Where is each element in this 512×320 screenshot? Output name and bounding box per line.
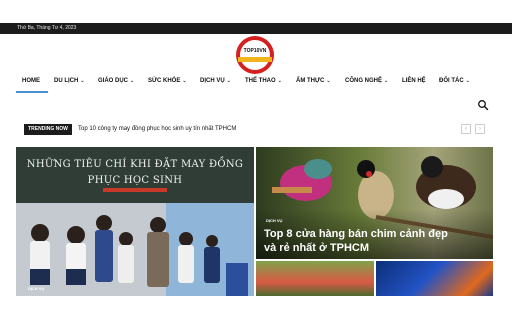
nav-label: DU LỊCH bbox=[54, 78, 79, 84]
chevron-down-icon: ⌄ bbox=[326, 78, 331, 84]
chevron-down-icon: ⌄ bbox=[384, 78, 389, 84]
chevron-down-icon: ⌄ bbox=[226, 78, 231, 84]
nav-label: ĐỐI TÁC bbox=[439, 78, 464, 84]
nav-item-the-thao[interactable]: THỂ THAO ⌄ bbox=[245, 78, 282, 84]
nav-item-home[interactable]: HOME bbox=[22, 78, 40, 84]
nav-label: DỊCH VỤ bbox=[200, 78, 225, 84]
site-logo[interactable]: TOP10VN bbox=[236, 36, 274, 74]
nav-item-cong-nghe[interactable]: CÔNG NGHỆ ⌄ bbox=[345, 78, 388, 84]
nav-label: ẨM THỰC bbox=[296, 78, 325, 84]
nav-item-suc-khoe[interactable]: SỨC KHỎE ⌄ bbox=[148, 78, 187, 84]
students-photo bbox=[16, 203, 254, 296]
nav-label: GIÁO DỤC bbox=[98, 78, 128, 84]
current-date: Thứ Ba, Tháng Tư 4, 2023 bbox=[17, 25, 77, 31]
top-bar: Thứ Ba, Tháng Tư 4, 2023 bbox=[0, 23, 512, 34]
trending-badge: TRENDING NOW bbox=[24, 124, 72, 135]
chevron-down-icon: ⌄ bbox=[182, 78, 187, 84]
main-nav: HOME DU LỊCH ⌄ GIÁO DỤC ⌄ SỨC KHỎE ⌄ DỊCH V… bbox=[0, 70, 512, 94]
chevron-down-icon: ⌄ bbox=[277, 78, 282, 84]
nav-item-dich-vu[interactable]: DỊCH VỤ ⌄ bbox=[200, 78, 231, 84]
featured-card-uniform[interactable]: NHỮNG TIÊU CHÍ KHI ĐẶT MAY ĐỒNG PHỤC HỌC… bbox=[16, 147, 254, 296]
nav-label: LIÊN HỆ bbox=[402, 78, 426, 84]
featured-card-aquarium[interactable] bbox=[376, 261, 493, 296]
nav-label: HOME bbox=[22, 78, 40, 84]
featured-card-playground[interactable] bbox=[256, 261, 374, 296]
nav-label: THỂ THAO bbox=[245, 78, 276, 84]
category-label[interactable]: DỊCH VỤ bbox=[266, 218, 282, 223]
banner-line-2: PHỤC HỌC SINH bbox=[87, 175, 183, 186]
chevron-down-icon: ⌄ bbox=[465, 78, 470, 84]
nav-active-indicator bbox=[16, 91, 48, 93]
article-title[interactable]: Top 8 cửa hàng bán chim cảnh đẹp và rẻ n… bbox=[264, 227, 454, 255]
logo-inner bbox=[240, 40, 270, 70]
trending-prev-button[interactable]: ‹ bbox=[461, 124, 471, 134]
chevron-down-icon: ⌄ bbox=[130, 78, 135, 84]
category-label[interactable]: DỊCH VỤ bbox=[28, 286, 44, 291]
featured-card-birds[interactable]: DỊCH VỤ Top 8 cửa hàng bán chim cảnh đẹp… bbox=[256, 147, 493, 259]
trending-headline[interactable]: Top 10 công ty may đồng phục học sinh uy… bbox=[78, 124, 378, 135]
chevron-down-icon: ⌄ bbox=[80, 78, 85, 84]
nav-item-am-thuc[interactable]: ẨM THỰC ⌄ bbox=[296, 78, 331, 84]
nav-item-giao-duc[interactable]: GIÁO DỤC ⌄ bbox=[98, 78, 134, 84]
search-button[interactable] bbox=[477, 98, 489, 111]
nav-item-lien-he[interactable]: LIÊN HỆ bbox=[402, 78, 426, 84]
students-illustration bbox=[16, 203, 254, 296]
nav-label: CÔNG NGHỆ bbox=[345, 78, 383, 84]
banner-underline bbox=[103, 188, 167, 192]
search-icon bbox=[478, 100, 489, 111]
trending-next-button[interactable]: › bbox=[475, 124, 485, 134]
logo-text: TOP10VN bbox=[243, 48, 267, 54]
nav-item-du-lich[interactable]: DU LỊCH ⌄ bbox=[54, 78, 85, 84]
nav-item-doi-tac[interactable]: ĐỐI TÁC ⌄ bbox=[439, 78, 470, 84]
banner-line-1: NHỮNG TIÊU CHÍ KHI ĐẶT MAY ĐỒNG bbox=[26, 159, 244, 170]
logo-ribbon bbox=[238, 57, 272, 62]
nav-label: SỨC KHỎE bbox=[148, 78, 181, 84]
